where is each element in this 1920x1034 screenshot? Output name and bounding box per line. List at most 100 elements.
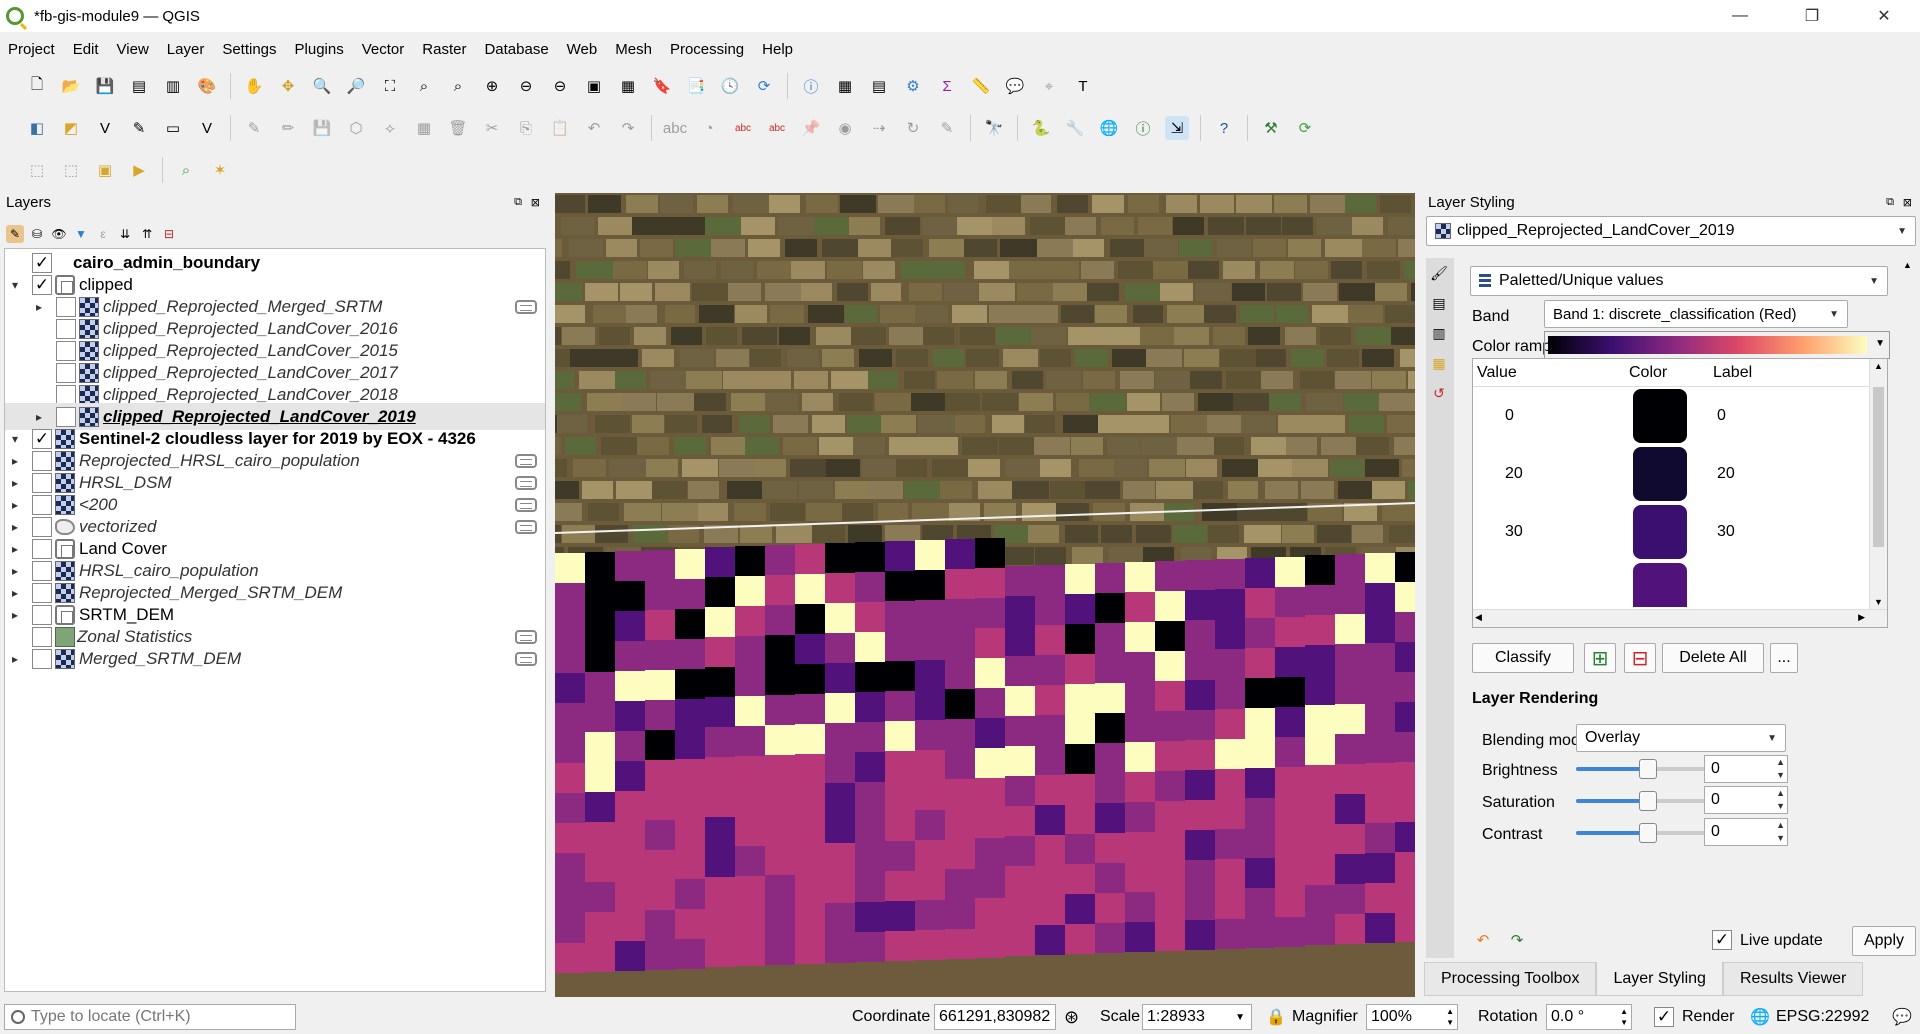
zoom-in-icon[interactable]: 🔍	[310, 74, 334, 98]
expand-arrow-icon[interactable]: ▸	[9, 564, 21, 578]
class-row[interactable]	[1473, 561, 1843, 607]
menu-mesh[interactable]: Mesh	[613, 39, 654, 60]
menu-project[interactable]: Project	[6, 39, 57, 60]
pin-labels-icon[interactable]: 📌	[799, 116, 823, 140]
layer-visibility-checkbox[interactable]	[32, 472, 52, 493]
change-label-icon[interactable]: ✎	[935, 116, 959, 140]
select-features-icon[interactable]: ⬚	[25, 158, 49, 182]
restore-button[interactable]: ❐	[1776, 0, 1848, 32]
plugin-tool-icon[interactable]: 🔧	[1063, 116, 1087, 140]
minimize-button[interactable]: —	[1704, 0, 1776, 32]
metasearch-icon[interactable]: 🔭	[982, 116, 1006, 140]
classify-button[interactable]: Classify	[1472, 643, 1574, 673]
zoom-last-icon[interactable]: ⊖	[514, 74, 538, 98]
add-feature-icon[interactable]: ⬡	[344, 116, 368, 140]
symbology-tab-icon[interactable]: 🖌	[1428, 262, 1450, 284]
blending-mode-combo[interactable]: Overlay ▼	[1576, 724, 1786, 752]
class-color-swatch[interactable]	[1633, 447, 1687, 501]
style-manager-icon[interactable]: 🎨	[195, 74, 219, 98]
processing-toolbox-icon[interactable]: ⚙	[901, 74, 925, 98]
spin-arrows-icon[interactable]: ▲ ▼	[1620, 1006, 1628, 1028]
statistical-summary-icon[interactable]: Σ	[935, 74, 959, 98]
expand-arrow-icon[interactable]: ▸	[9, 542, 21, 556]
layer-row[interactable]: ▸ Merged_SRTM_DEM	[5, 645, 545, 672]
new-shapefile-icon[interactable]: V	[93, 116, 117, 140]
close-panel-icon[interactable]: ⊠	[1903, 196, 1912, 209]
column-color[interactable]: Color	[1629, 364, 1667, 382]
layer-labeling-icon[interactable]: abc	[731, 116, 755, 140]
menu-view[interactable]: View	[115, 39, 151, 60]
remove-layer-icon[interactable]: ⊟	[160, 225, 178, 243]
zoom-out-icon[interactable]: 🔎	[344, 74, 368, 98]
menu-raster[interactable]: Raster	[420, 39, 468, 60]
embedded-indicator-icon[interactable]	[515, 519, 537, 534]
spatial-bookmark-icon[interactable]: ⌖	[1037, 74, 1061, 98]
move-label-icon[interactable]: ⇢	[867, 116, 891, 140]
class-row[interactable]: 30 30	[1473, 503, 1843, 561]
redo-icon[interactable]: ↷	[616, 116, 640, 140]
qsearch-icon[interactable]: ⇲	[1165, 116, 1189, 140]
band-combo[interactable]: Band 1: discrete_classification (Red) ▼	[1544, 300, 1848, 328]
plugin-a-icon[interactable]: ⚒	[1259, 116, 1283, 140]
redo-style-icon[interactable]: ↷	[1505, 928, 1529, 952]
expand-arrow-icon[interactable]: ▸	[33, 300, 45, 314]
styling-vscroll[interactable]: ▲ ▼	[1900, 258, 1916, 958]
plugin-b-icon[interactable]: ⟳	[1293, 116, 1317, 140]
data-source-manager-icon[interactable]: ◧	[25, 116, 49, 140]
layer-visibility-checkbox[interactable]	[32, 582, 52, 603]
new-print-layout-icon[interactable]: ▤	[127, 74, 151, 98]
layer-visibility-checkbox[interactable]	[32, 450, 52, 471]
info-plugin-icon[interactable]: ⓘ	[1131, 116, 1155, 140]
rotation-spinbox[interactable]: 0.0 ° ▲ ▼	[1546, 1004, 1632, 1030]
renderer-type-combo[interactable]: Paletted/Unique values ▼	[1470, 266, 1888, 296]
float-panel-icon[interactable]: ⧉	[514, 196, 522, 209]
expand-arrow-icon[interactable]: ▸	[9, 454, 21, 468]
layer-visibility-checkbox[interactable]	[56, 318, 76, 339]
float-panel-icon[interactable]: ⧉	[1886, 196, 1894, 209]
map-canvas[interactable]	[555, 193, 1415, 997]
zoom-pan-plugin-icon[interactable]: ⌕	[174, 158, 198, 182]
layer-visibility-checkbox[interactable]	[32, 626, 52, 647]
open-project-icon[interactable]: 📂	[59, 74, 83, 98]
spin-arrows-icon[interactable]: ▲ ▼	[1776, 756, 1785, 782]
toggle-editing-icon[interactable]: ✏	[276, 116, 300, 140]
close-button[interactable]: ✕	[1848, 0, 1920, 32]
label-tool-icon[interactable]: abc	[663, 116, 687, 140]
apply-button[interactable]: Apply	[1852, 926, 1916, 956]
globe-icon[interactable]: 🌐	[1097, 116, 1121, 140]
delete-selected-icon[interactable]: 🗑	[446, 116, 470, 140]
filter-expression-icon[interactable]: ε	[94, 225, 112, 243]
toggle-extents-icon[interactable]: ⊛	[1064, 1000, 1079, 1034]
expand-all-icon[interactable]: ⇊	[116, 225, 134, 243]
spin-arrows-icon[interactable]: ▲ ▼	[1776, 787, 1785, 813]
collapse-all-icon[interactable]: ⇈	[138, 225, 156, 243]
embedded-indicator-icon[interactable]	[515, 299, 537, 314]
column-label[interactable]: Label	[1713, 364, 1752, 382]
add-class-button[interactable]: ⊞	[1584, 643, 1616, 673]
scroll-down-icon[interactable]: ▼	[1874, 597, 1883, 607]
live-update-checkbox[interactable]: ✓	[1712, 930, 1732, 950]
menu-layer[interactable]: Layer	[165, 39, 207, 60]
expand-arrow-icon[interactable]: ▸	[9, 652, 21, 666]
zoom-selection-icon[interactable]: ⌕	[412, 74, 436, 98]
virtual-layer-icon[interactable]: V	[195, 116, 219, 140]
refresh-icon[interactable]: ⟳	[752, 74, 776, 98]
column-value[interactable]: Value	[1477, 364, 1517, 382]
layout-manager-icon[interactable]: ▥	[161, 74, 185, 98]
layer-visibility-checkbox[interactable]	[56, 340, 76, 361]
contrast-slider[interactable]	[1576, 818, 1720, 848]
scroll-thumb[interactable]	[1873, 387, 1884, 547]
attribute-table-icon[interactable]: ▦	[833, 74, 857, 98]
slider-handle[interactable]	[1639, 759, 1657, 779]
expand-arrow-icon[interactable]: ▸	[9, 608, 21, 622]
zoom-layer-icon[interactable]: ⌕	[446, 74, 470, 98]
menu-vector[interactable]: Vector	[360, 39, 407, 60]
layer-visibility-checkbox[interactable]: ✓	[32, 252, 52, 273]
embedded-indicator-icon[interactable]	[515, 651, 537, 666]
layer-visibility-checkbox[interactable]	[56, 384, 76, 405]
layer-visibility-checkbox[interactable]	[56, 406, 76, 427]
layer-visibility-checkbox[interactable]	[32, 560, 52, 581]
zoom-native-icon[interactable]: ⊕	[480, 74, 504, 98]
menu-edit[interactable]: Edit	[71, 39, 101, 60]
collapse-arrow-icon[interactable]: ▾	[9, 278, 21, 292]
